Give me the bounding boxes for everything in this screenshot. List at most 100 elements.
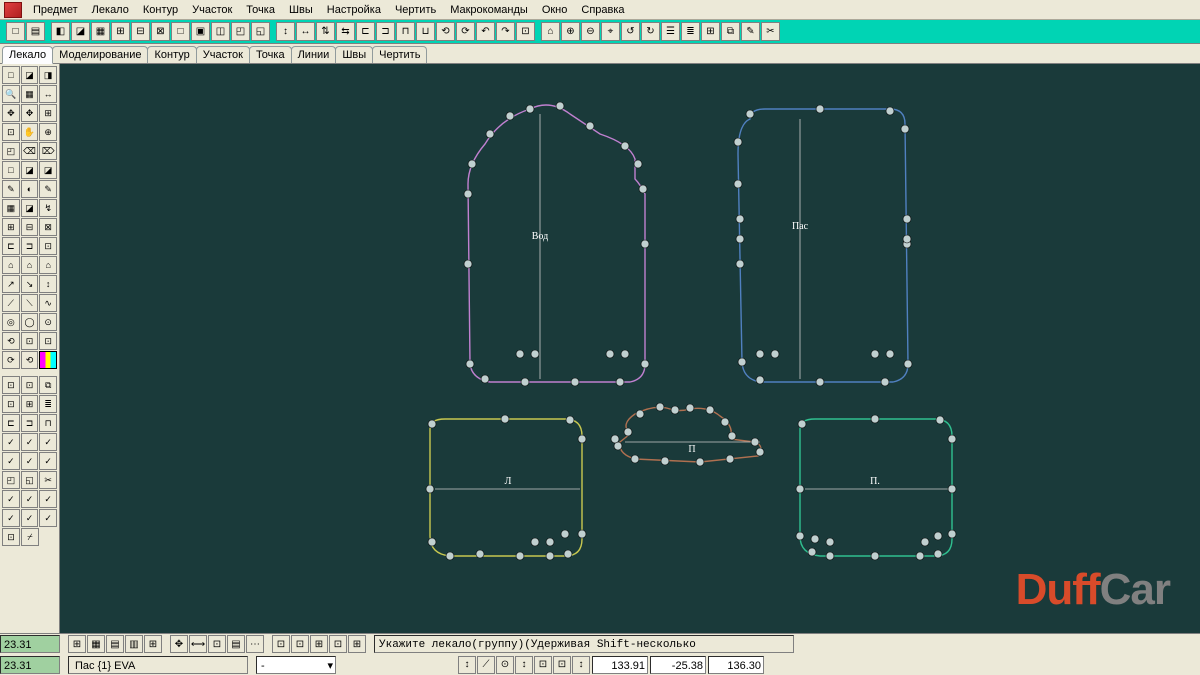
lt-26[interactable]: ⊠ <box>39 218 57 236</box>
lt-29[interactable]: ⊡ <box>39 237 57 255</box>
menu-item-okno[interactable]: Окно <box>535 2 575 18</box>
top-tool-21[interactable]: ⟲ <box>436 22 455 41</box>
menu-item-makro[interactable]: Макрокоманды <box>443 2 535 18</box>
lt-36[interactable]: ⟋ <box>2 294 20 312</box>
top-tool-34[interactable]: ⊞ <box>701 22 720 41</box>
lt-27[interactable]: ⊏ <box>2 237 20 255</box>
lt-54[interactable]: ⊐ <box>21 414 39 432</box>
tab-kontur[interactable]: Контур <box>147 46 196 63</box>
top-tool-7[interactable]: ⊠ <box>151 22 170 41</box>
lt-2[interactable]: ◨ <box>39 66 57 84</box>
top-tool-4[interactable]: ▦ <box>91 22 110 41</box>
bt1-8[interactable]: ▤ <box>227 635 245 653</box>
lt-30[interactable]: ⌂ <box>2 256 20 274</box>
bt2-1[interactable]: ⟋ <box>477 656 495 674</box>
shape-vod[interactable] <box>468 105 645 382</box>
lt-23[interactable]: ↯ <box>39 199 57 217</box>
lt-4[interactable]: ▦ <box>21 85 39 103</box>
lt-64[interactable]: ✂ <box>39 471 57 489</box>
menu-item-chertit[interactable]: Чертить <box>388 2 443 18</box>
tab-linii[interactable]: Линии <box>291 46 337 63</box>
top-tool-0[interactable]: □ <box>6 22 25 41</box>
top-tool-1[interactable]: ▤ <box>26 22 45 41</box>
color-swatch-icon[interactable] <box>39 351 57 369</box>
bt1-10[interactable]: ⊡ <box>272 635 290 653</box>
lt-19[interactable]: ◐ <box>21 180 39 198</box>
top-tool-18[interactable]: ⊐ <box>376 22 395 41</box>
bt1-1[interactable]: ▦ <box>87 635 105 653</box>
lt-62[interactable]: ◰ <box>2 471 20 489</box>
top-tool-27[interactable]: ⊕ <box>561 22 580 41</box>
top-tool-2[interactable]: ◧ <box>51 22 70 41</box>
lt-48[interactable]: ⊡ <box>21 376 39 394</box>
bt1-4[interactable]: ⊞ <box>144 635 162 653</box>
menu-item-shvy[interactable]: Швы <box>282 2 320 18</box>
bt1-7[interactable]: ⊡ <box>208 635 226 653</box>
bt2-6[interactable]: ↕ <box>572 656 590 674</box>
lt-9[interactable]: ⊡ <box>2 123 20 141</box>
lt-47[interactable]: ⊡ <box>2 376 20 394</box>
bt1-0[interactable]: ⊞ <box>68 635 86 653</box>
lt-46[interactable]: ⟲ <box>21 351 39 369</box>
top-tool-28[interactable]: ⊖ <box>581 22 600 41</box>
top-tool-10[interactable]: ◫ <box>211 22 230 41</box>
lt-21[interactable]: ▦ <box>2 199 20 217</box>
shape-p[interactable] <box>800 419 952 556</box>
lt-32[interactable]: ⌂ <box>39 256 57 274</box>
lt-52[interactable]: ≣ <box>39 395 57 413</box>
lt-66[interactable]: ✓ <box>21 490 39 508</box>
lt-13[interactable]: ⌫ <box>21 142 39 160</box>
bt2-2[interactable]: ⊙ <box>496 656 514 674</box>
lt-35[interactable]: ↕ <box>39 275 57 293</box>
lt-6[interactable]: ✥ <box>2 104 20 122</box>
lt-68[interactable]: ✓ <box>2 509 20 527</box>
bt1-2[interactable]: ▤ <box>106 635 124 653</box>
top-tool-19[interactable]: ⊓ <box>396 22 415 41</box>
lt-17[interactable]: ◪ <box>39 161 57 179</box>
lt-42[interactable]: ⟲ <box>2 332 20 350</box>
top-tool-12[interactable]: ◱ <box>251 22 270 41</box>
bt1-11[interactable]: ⊡ <box>291 635 309 653</box>
lt-50[interactable]: ⊡ <box>2 395 20 413</box>
bt1-3[interactable]: ▥ <box>125 635 143 653</box>
lt-3[interactable]: 🔍 <box>2 85 20 103</box>
num-field-x[interactable]: 133.91 <box>592 656 648 674</box>
top-tool-30[interactable]: ↺ <box>621 22 640 41</box>
menu-item-kontur[interactable]: Контур <box>136 2 185 18</box>
tab-shvy[interactable]: Швы <box>335 46 373 63</box>
lt-71[interactable]: ⊡ <box>2 528 20 546</box>
lt-39[interactable]: ◎ <box>2 313 20 331</box>
lt-15[interactable]: □ <box>2 161 20 179</box>
lt-25[interactable]: ⊟ <box>21 218 39 236</box>
num-field-y[interactable]: -25.38 <box>650 656 706 674</box>
bt1-6[interactable]: ⟷ <box>189 635 207 653</box>
lt-49[interactable]: ⧉ <box>39 376 57 394</box>
top-tool-20[interactable]: ⊔ <box>416 22 435 41</box>
tab-chertit[interactable]: Чертить <box>372 46 427 63</box>
shape-pas[interactable] <box>738 109 908 382</box>
lt-10[interactable]: ✋ <box>21 123 39 141</box>
top-tool-9[interactable]: ▣ <box>191 22 210 41</box>
menu-item-nastroika[interactable]: Настройка <box>320 2 388 18</box>
lt-57[interactable]: ✓ <box>21 433 39 451</box>
lt-69[interactable]: ✓ <box>21 509 39 527</box>
top-tool-35[interactable]: ⧉ <box>721 22 740 41</box>
top-tool-29[interactable]: ⌖ <box>601 22 620 41</box>
bt2-4[interactable]: ⊡ <box>534 656 552 674</box>
top-tool-15[interactable]: ⇅ <box>316 22 335 41</box>
shape-l[interactable] <box>430 419 582 556</box>
lt-38[interactable]: ∿ <box>39 294 57 312</box>
top-tool-17[interactable]: ⊏ <box>356 22 375 41</box>
lt-8[interactable]: ⊞ <box>39 104 57 122</box>
tab-tochka[interactable]: Точка <box>249 46 292 63</box>
menu-item-lekalo[interactable]: Лекало <box>85 2 136 18</box>
bt1-9[interactable]: ⋯ <box>246 635 264 653</box>
lt-33[interactable]: ↗ <box>2 275 20 293</box>
lt-61[interactable]: ✓ <box>39 452 57 470</box>
top-tool-24[interactable]: ↷ <box>496 22 515 41</box>
bt2-5[interactable]: ⊡ <box>553 656 571 674</box>
lt-67[interactable]: ✓ <box>39 490 57 508</box>
lt-41[interactable]: ⊙ <box>39 313 57 331</box>
bt1-14[interactable]: ⊞ <box>348 635 366 653</box>
top-tool-22[interactable]: ⟳ <box>456 22 475 41</box>
